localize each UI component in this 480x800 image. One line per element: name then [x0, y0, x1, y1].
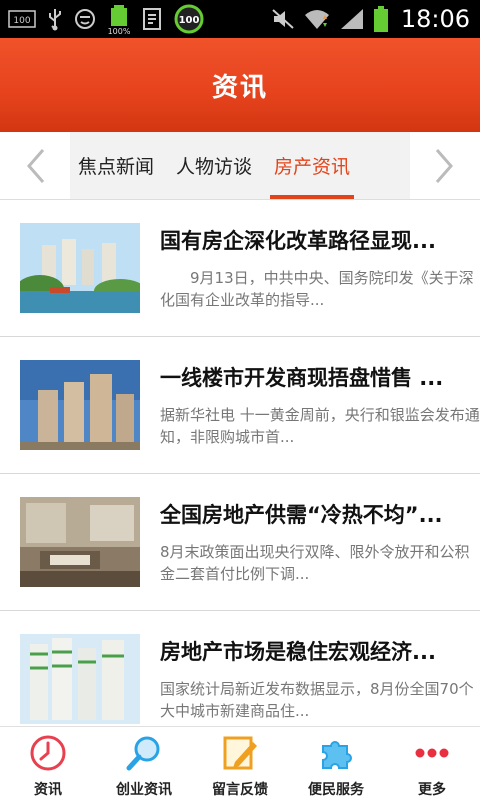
nav-more[interactable]: 更多	[384, 727, 480, 800]
chevron-left-icon	[27, 148, 45, 183]
article-thumbnail	[20, 360, 140, 450]
tab-real-estate[interactable]: 房产资讯	[270, 132, 355, 199]
wifi-icon	[303, 7, 331, 31]
list-item[interactable]: 全国房地产供需“冷热不均”... 8月末政策面出现央行双降、限外令放开和公积金二…	[0, 474, 480, 611]
nav-feedback[interactable]: 留言反馈	[192, 727, 288, 800]
tab-interviews[interactable]: 人物访谈	[176, 132, 252, 199]
list-item[interactable]: 国有房企深化改革路径显现... 9月13日，中共中央、国务院印发《关于深化国有企…	[0, 200, 480, 337]
nav-news[interactable]: 资讯	[0, 727, 96, 800]
article-title: 房地产市场是稳住宏观经济...	[160, 640, 436, 664]
article-summary: 国家统计局新近发布数据显示，8月份全国70个大中城市新建商品住...	[160, 680, 474, 720]
nav-label: 资讯	[34, 782, 62, 798]
puzzle-icon	[316, 733, 356, 773]
article-summary: 8月末政策面出现央行双降、限外令放开和公积金二套首付比例下调...	[160, 543, 470, 583]
svg-text:100: 100	[13, 16, 30, 26]
article-title: 全国房地产供需“冷热不均”...	[160, 503, 443, 527]
more-dots-icon	[412, 733, 452, 773]
article-title: 一线楼市开发商现捂盘惜售 ...	[160, 366, 444, 390]
battery-icon	[373, 5, 389, 33]
nav-startup-news[interactable]: 创业资讯	[96, 727, 192, 800]
list-item[interactable]: 一线楼市开发商现捂盘惜售 ... 据新华社电 十一黄金周前，央行和银监会发布通知…	[0, 337, 480, 474]
bottom-navigation: 资讯 创业资讯 留言反馈 便民服务 更多	[0, 726, 480, 800]
usb-icon	[46, 7, 64, 31]
page-title: 资讯	[211, 72, 268, 103]
app-icon	[142, 7, 164, 31]
battery-100-icon: 100%	[106, 3, 132, 35]
status-bar: 100 100% 100 18:06	[0, 0, 480, 38]
nav-label: 更多	[418, 782, 446, 798]
article-summary: 9月13日，中共中央、国务院印发《关于深化国有企业改革的指导...	[160, 269, 474, 309]
category-tabs: 焦点新闻 人物访谈 房产资讯	[0, 132, 480, 200]
mute-icon	[271, 8, 295, 30]
nav-label: 便民服务	[308, 782, 364, 798]
app-header: 资讯	[0, 38, 480, 132]
nav-services[interactable]: 便民服务	[288, 727, 384, 800]
nav-label: 创业资讯	[116, 782, 172, 798]
tab-prev-button[interactable]	[0, 132, 70, 199]
svg-text:100%: 100%	[108, 27, 131, 35]
screen-100-icon: 100	[8, 9, 36, 29]
clock-icon	[28, 733, 68, 773]
tab-focus-news[interactable]: 焦点新闻	[78, 132, 154, 199]
badge-100-icon: 100	[174, 4, 204, 34]
magnifier-icon	[124, 733, 164, 773]
list-item[interactable]: 房地产市场是稳住宏观经济... 国家统计局新近发布数据显示，8月份全国70个大中…	[0, 611, 480, 726]
article-thumbnail	[20, 497, 140, 587]
svg-text:100: 100	[179, 15, 200, 26]
tab-next-button[interactable]	[410, 132, 480, 199]
face-icon	[74, 8, 96, 30]
tab-strip: 焦点新闻 人物访谈 房产资讯	[70, 132, 410, 199]
article-thumbnail	[20, 634, 140, 724]
chevron-right-icon	[435, 148, 453, 183]
article-list: 国有房企深化改革路径显现... 9月13日，中共中央、国务院印发《关于深化国有企…	[0, 200, 480, 726]
article-thumbnail	[20, 223, 140, 313]
article-title: 国有房企深化改革路径显现...	[160, 229, 436, 253]
signal-icon	[339, 7, 365, 31]
clock-time: 18:06	[400, 5, 470, 33]
article-summary: 据新华社电 十一黄金周前，央行和银监会发布通知，非限购城市首...	[160, 406, 480, 446]
nav-label: 留言反馈	[212, 782, 268, 798]
note-pencil-icon	[220, 733, 260, 773]
